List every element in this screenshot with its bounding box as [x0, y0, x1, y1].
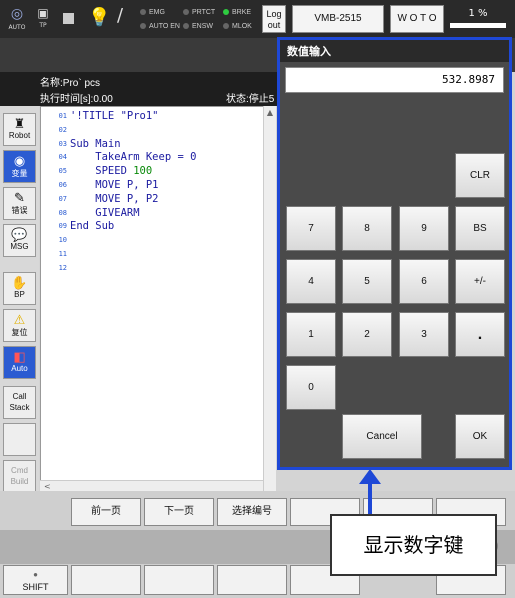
lamp-ensw: ENSW — [183, 23, 213, 30]
select-number-button[interactable]: 选择编号 — [217, 498, 287, 526]
key-2[interactable]: 2 — [342, 312, 392, 357]
key-3[interactable]: 3 — [399, 312, 449, 357]
key-clear[interactable]: CLR — [455, 153, 505, 198]
numeric-input-dialog: 数值输入 532.8987 CLR 7 8 9 BS 4 5 6 +/- 1 2… — [277, 37, 512, 470]
code-line[interactable]: Sub Main — [70, 138, 121, 150]
line-number: 03 — [58, 139, 67, 148]
program-name: 名称:Pro` pcs — [40, 78, 101, 89]
sidebar-robot[interactable]: ♜ Robot — [3, 113, 36, 146]
line-number: 10 — [58, 236, 67, 245]
vertical-scrollbar[interactable]: ▲ — [263, 106, 276, 491]
lamp-emg: EMG — [140, 9, 165, 16]
key-6[interactable]: 6 — [399, 259, 449, 304]
line-number: 04 — [58, 153, 67, 162]
line-number: 12 — [58, 263, 67, 272]
line-number: 08 — [58, 208, 67, 217]
sidebar-call-stack[interactable]: Call Stack — [3, 386, 36, 419]
key-1[interactable]: 1 — [286, 312, 336, 357]
annotation-callout: 显示数字键 — [330, 514, 497, 576]
key-backspace[interactable]: BS — [455, 206, 505, 251]
code-editor[interactable]: 01 '!TITLE "Pro1" 02 03 Sub Main 04 TakeArm K… — [40, 106, 276, 491]
code-line[interactable]: SPEED 100 — [70, 165, 152, 177]
function-button-b1[interactable] — [71, 565, 141, 595]
numeric-value-field[interactable]: 532.8987 — [285, 67, 504, 93]
wrench-icon[interactable]: / — [117, 5, 123, 26]
pendant-icon: ▣ — [37, 6, 49, 20]
key-decimal[interactable]: . — [455, 312, 505, 357]
scroll-up-icon[interactable]: ▲ — [264, 108, 276, 117]
sidebar-variables[interactable]: ◉ 变量 — [3, 150, 36, 183]
sidebar-reset[interactable]: ⚠ 复位 — [3, 309, 36, 342]
execution-time: 执行时间[s]:0.00 — [40, 94, 113, 105]
key-0[interactable]: 0 — [286, 365, 336, 410]
code-line[interactable]: End Sub — [70, 220, 114, 232]
warning-icon: ⚠ — [13, 312, 26, 327]
scroll-left-icon[interactable]: < — [44, 482, 51, 491]
robot-name-button[interactable]: VMB-2515 — [292, 5, 384, 33]
annotation-arrow — [359, 469, 381, 516]
key-9[interactable]: 9 — [399, 206, 449, 251]
woto-button[interactable]: W O T O — [390, 5, 444, 33]
dialog-title: 数值输入 — [280, 40, 509, 62]
function-button-b2[interactable] — [144, 565, 214, 595]
line-number: 05 — [58, 167, 67, 176]
key-4[interactable]: 4 — [286, 259, 336, 304]
speed-indicator[interactable]: 1 % — [450, 8, 506, 32]
variable-icon: ◉ — [13, 153, 26, 168]
line-number: 11 — [58, 250, 67, 258]
key-8[interactable]: 8 — [342, 206, 392, 251]
lamp-mlok: MLOK — [223, 23, 252, 30]
cancel-button[interactable]: Cancel — [342, 414, 422, 459]
lamp-brke: BRKE — [223, 9, 251, 16]
stop-icon[interactable] — [63, 13, 74, 24]
error-icon: ✎ — [14, 190, 25, 205]
function-button-b3[interactable] — [217, 565, 287, 595]
sidebar-empty-button[interactable] — [3, 423, 36, 456]
program-info-bar: 名称:Pro` pcs 执行时间[s]:0.00 状态:停止5 — [0, 72, 280, 106]
line-number: 06 — [58, 181, 67, 189]
shift-indicator-icon: ● — [33, 570, 38, 579]
sidebar-errors[interactable]: ✎ 错误 — [3, 187, 36, 220]
horizontal-scrollbar[interactable]: < — [40, 480, 263, 491]
robot-icon: ♜ — [13, 116, 26, 131]
message-icon: 💬 — [11, 227, 28, 242]
prev-page-button[interactable]: 前一页 — [71, 498, 141, 526]
code-line[interactable]: MOVE P, P2 — [70, 193, 158, 205]
auto-icon: ◎ — [10, 6, 24, 22]
ok-button[interactable]: OK — [455, 414, 505, 459]
code-line[interactable]: GIVEARM — [70, 207, 139, 219]
line-number: 07 — [58, 194, 67, 203]
logout-button[interactable]: Log out — [262, 5, 286, 33]
auto-icon: ◧ — [13, 349, 26, 364]
sidebar-auto[interactable]: ◧ Auto — [3, 346, 36, 379]
sidebar-breakpoint[interactable]: ✋ BP — [3, 272, 36, 305]
tp-indicator[interactable]: ▣ TP — [32, 6, 54, 29]
sidebar-messages[interactable]: 💬 MSG — [3, 224, 36, 257]
code-line[interactable]: TakeArm Keep = 0 — [70, 151, 196, 163]
key-7[interactable]: 7 — [286, 206, 336, 251]
lamp-auto-en: AUTO EN — [140, 23, 180, 30]
key-5[interactable]: 5 — [342, 259, 392, 304]
lightbulb-icon[interactable]: 💡 — [88, 7, 110, 28]
key-sign[interactable]: +/- — [455, 259, 505, 304]
line-number: 09 — [58, 222, 67, 231]
line-number: 01 — [58, 112, 67, 120]
sidebar-cmd-build[interactable]: Cmd Build — [3, 460, 36, 493]
line-number: 02 — [58, 125, 67, 134]
code-line[interactable]: '!TITLE "Pro1" — [70, 110, 159, 122]
hand-icon: ✋ — [11, 275, 28, 290]
auto-mode-indicator[interactable]: ◎ AUTO — [4, 6, 30, 31]
code-line[interactable]: MOVE P, P1 — [70, 179, 158, 191]
status-text: 状态:停止5 — [226, 94, 275, 105]
lamp-prtct: PRTCT — [183, 9, 215, 16]
shift-button[interactable]: ● SHIFT — [3, 565, 68, 595]
next-page-button[interactable]: 下一页 — [144, 498, 214, 526]
speed-bar — [450, 23, 506, 28]
